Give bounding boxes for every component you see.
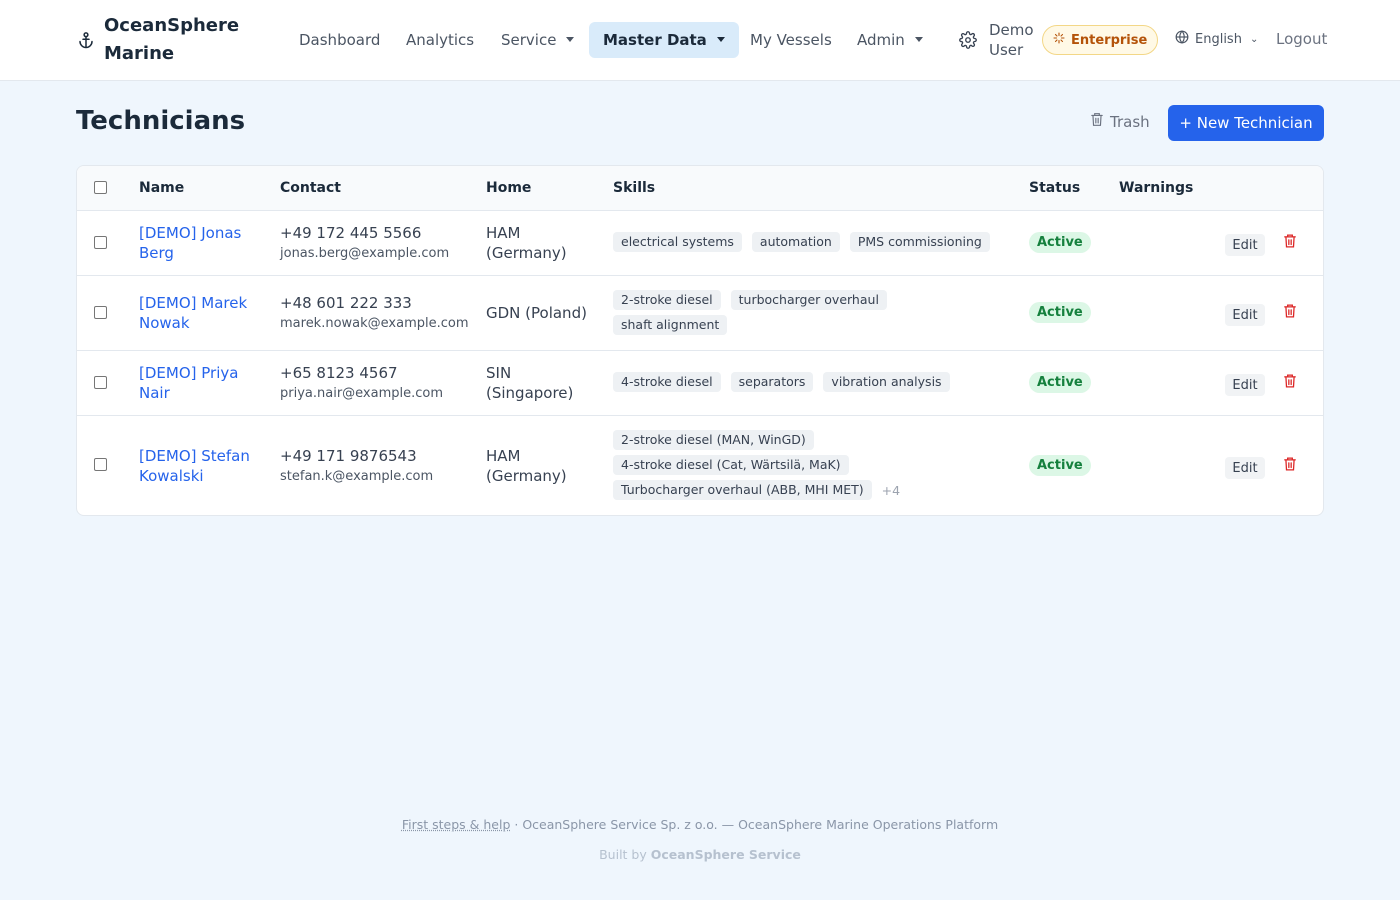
technician-name-link[interactable]: [DEMO] Priya Nair [139,363,269,403]
skill-tag: automation [751,232,840,252]
delete-icon[interactable] [1283,373,1299,391]
row-checkbox[interactable] [94,236,107,249]
technician-name-link[interactable]: [DEMO] Stefan Kowalski [139,446,279,486]
phone: +48 601 222 333 [280,294,412,312]
skill-tag: shaft alignment [613,315,728,335]
skill-tag: vibration analysis [823,372,950,392]
status-badge: Active [1029,455,1091,476]
skill-tag: turbocharger overhaul [730,290,887,310]
trash-icon [1090,112,1104,131]
email: marek.nowak@example.com [280,316,469,331]
column-header-warnings[interactable]: Warnings [1119,180,1193,196]
more-skills-count[interactable]: +4 [882,483,900,498]
language-selector[interactable]: English ⌄ [1175,30,1258,48]
edit-button[interactable]: Edit [1225,234,1265,256]
row-checkbox[interactable] [94,376,107,389]
nav-service[interactable]: Service [487,22,588,58]
technicians-table: Name Contact Home Skills Status Warnings… [76,165,1324,516]
email: priya.nair@example.com [280,386,444,401]
status-badge: Active [1029,232,1091,253]
contact-cell: +49 172 445 5566 jonas.berg@example.com [280,223,449,263]
chevron-down-icon: ⌄ [1249,33,1259,45]
globe-icon [1175,30,1189,48]
contact-cell: +65 8123 4567 priya.nair@example.com [280,363,443,403]
anchor-icon [76,30,96,50]
footer-info: First steps & help · OceanSphere Service… [0,817,1400,832]
email: jonas.berg@example.com [280,246,450,261]
gear-icon[interactable] [959,31,977,49]
nav-my-vessels[interactable]: My Vessels [736,22,846,58]
delete-icon[interactable] [1283,303,1299,321]
contact-cell: +49 171 9876543 stefan.k@example.com [280,446,433,486]
table-row: [DEMO] Marek Nowak +48 601 222 333 marek… [77,276,1323,351]
skill-tag: PMS commissioning [849,232,990,252]
sparkle-icon [1053,32,1065,48]
help-link[interactable]: First steps & help [402,817,511,832]
new-technician-button[interactable]: + New Technician [1168,105,1324,141]
email: stefan.k@example.com [280,469,434,484]
technician-name-link[interactable]: [DEMO] Marek Nowak [139,293,269,333]
phone: +49 171 9876543 [280,447,417,465]
edit-button[interactable]: Edit [1225,457,1265,479]
nav-admin[interactable]: Admin [843,22,937,58]
skill-tag: 4-stroke diesel (Cat, Wärtsilä, MaK) [613,455,849,475]
page-title: Technicians [76,106,246,136]
technician-name-link[interactable]: [DEMO] Jonas Berg [139,223,269,263]
home-base: HAM (Germany) [486,447,567,485]
caret-down-icon [914,37,923,42]
user-menu[interactable]: Demo User [989,20,1039,60]
skills-list: electrical systems automation PMS commis… [613,232,993,252]
table-header: Name Contact Home Skills Status Warnings [77,166,1323,211]
footer-built-by-name: OceanSphere Service [650,847,801,862]
skill-tag: Turbocharger overhaul (ABB, MHI MET) [613,480,872,500]
column-header-home[interactable]: Home [486,180,531,196]
home-base: HAM (Germany) [486,224,567,262]
skill-tag: electrical systems [613,232,742,252]
home-base: SIN (Singapore) [486,364,574,402]
delete-icon[interactable] [1283,456,1299,474]
skill-tag: 2-stroke diesel (MAN, WinGD) [613,430,814,450]
nav-dashboard[interactable]: Dashboard [285,22,394,58]
row-checkbox[interactable] [94,458,107,471]
plan-badge: Enterprise [1042,25,1159,55]
column-header-name[interactable]: Name [139,180,184,196]
edit-button[interactable]: Edit [1225,374,1265,396]
brand-name: OceanSphere Marine [104,15,240,64]
table-row: [DEMO] Stefan Kowalski +49 171 9876543 s… [77,416,1323,515]
footer-built-by: Built by OceanSphere Service [599,847,801,862]
column-header-contact[interactable]: Contact [280,180,341,196]
caret-down-icon [716,37,725,42]
logout-link[interactable]: Logout [1276,30,1327,48]
skill-tag: 2-stroke diesel [613,290,721,310]
skills-list: 2-stroke diesel turbocharger overhaul sh… [613,290,913,335]
brand[interactable]: OceanSphere Marine [76,12,244,68]
caret-down-icon [566,37,575,42]
footer-company: · OceanSphere Service Sp. z o.o. — Ocean… [510,817,999,832]
contact-cell: +48 601 222 333 marek.nowak@example.com [280,293,469,333]
nav-master-data[interactable]: Master Data [589,22,739,58]
nav-analytics[interactable]: Analytics [392,22,488,58]
column-header-skills[interactable]: Skills [613,180,655,196]
home-base: GDN (Poland) [486,304,587,322]
status-badge: Active [1029,372,1091,393]
select-all-checkbox[interactable] [94,181,107,194]
skills-list: 4-stroke diesel separators vibration ana… [613,372,993,392]
skills-list: 2-stroke diesel (MAN, WinGD) 4-stroke di… [613,430,913,500]
delete-icon[interactable] [1283,233,1299,251]
status-badge: Active [1029,302,1091,323]
trash-link[interactable]: Trash [1090,112,1150,131]
table-row: [DEMO] Priya Nair +65 8123 4567 priya.na… [77,351,1323,416]
skill-tag: 4-stroke diesel [613,372,721,392]
edit-button[interactable]: Edit [1225,304,1265,326]
column-header-status[interactable]: Status [1029,180,1080,196]
table-row: [DEMO] Jonas Berg +49 172 445 5566 jonas… [77,211,1323,276]
phone: +49 172 445 5566 [280,224,422,242]
top-navbar: OceanSphere Marine Dashboard Analytics S… [0,0,1400,81]
skill-tag: separators [730,372,814,392]
phone: +65 8123 4567 [280,364,398,382]
row-checkbox[interactable] [94,306,107,319]
